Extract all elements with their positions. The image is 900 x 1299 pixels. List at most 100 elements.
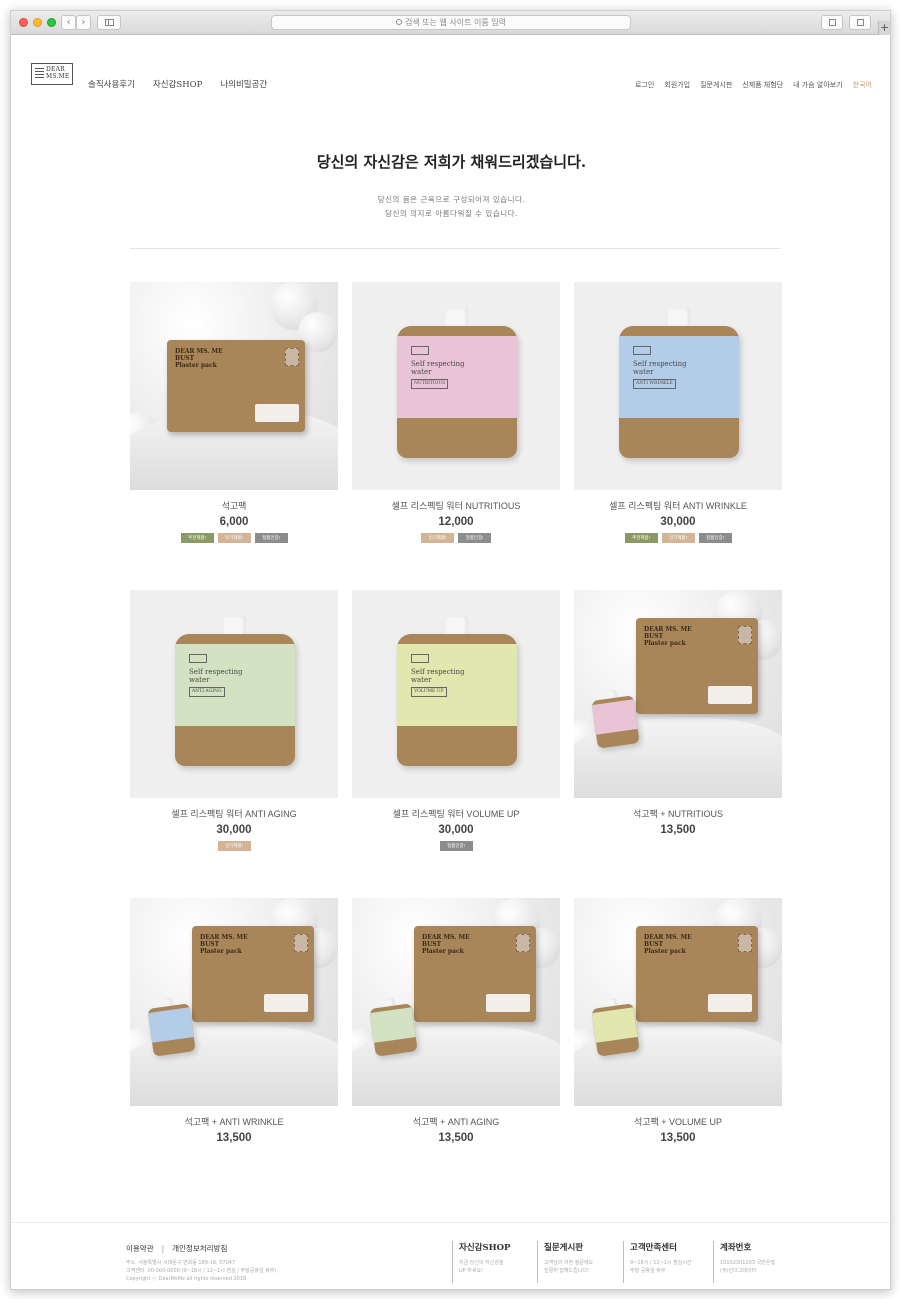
pouch-illustration bbox=[590, 687, 640, 749]
product-badge: 인기제품! bbox=[661, 533, 695, 543]
pack-text: DEAR MS. ME BUST Plaster pack bbox=[644, 626, 692, 647]
new-product-trial-link[interactable]: 신제품 체험단 bbox=[742, 80, 783, 90]
sidebar-toggle-button[interactable] bbox=[97, 15, 121, 30]
product-name[interactable]: 석고팩 + ANTI AGING bbox=[352, 1115, 560, 1128]
footer-col-text: 10102301203 국민은행 (주)인더그레이터 bbox=[720, 1260, 775, 1274]
product-name[interactable]: 셀프 리스펙팅 워터 NUTRITIOUS bbox=[352, 499, 560, 512]
footer-col-qna[interactable]: 질문게시판 고객님의 어떤 질문에도 친절히 답해드립니다! bbox=[537, 1241, 593, 1283]
pouch-illustration: Self respecting water ANTI AGING bbox=[175, 616, 295, 766]
back-button[interactable]: ‹ bbox=[61, 15, 76, 30]
logo-mark-icon bbox=[35, 68, 44, 80]
pouch-illustration bbox=[368, 995, 418, 1057]
product-card[interactable]: DEAR MS. ME BUST Plaster pack 석고팩 6,000 추천… bbox=[130, 282, 338, 543]
privacy-policy-link[interactable]: 개인정보처리방침 bbox=[172, 1244, 227, 1253]
plaster-pack-illustration: DEAR MS. ME BUST Plaster pack bbox=[192, 926, 314, 1022]
product-image[interactable]: Self respecting water VOLUME UP bbox=[352, 590, 560, 798]
nav-item-shop[interactable]: 자신감SHOP bbox=[153, 78, 202, 90]
product-card[interactable]: DEAR MS. ME BUST Plaster pack 석고팩 + VOLUME… bbox=[574, 898, 782, 1144]
product-image[interactable]: Self respecting water ANTI WRINKLE bbox=[574, 282, 782, 490]
product-badge: 추천제품! bbox=[624, 533, 658, 543]
browser-window: ‹ › 검색 또는 웹 사이트 이름 입력 + DEAR MS.ME 솔직사용후… bbox=[10, 10, 891, 1290]
signup-link[interactable]: 회원가입 bbox=[664, 80, 690, 90]
footer-links: 이용약관 | 개인정보처리방침 bbox=[126, 1243, 227, 1254]
product-name[interactable]: 셀프 리스펙팅 워터 ANTI WRINKLE bbox=[574, 499, 782, 512]
terms-link[interactable]: 이용약관 bbox=[126, 1244, 154, 1253]
product-image[interactable]: DEAR MS. ME BUST Plaster pack bbox=[574, 590, 782, 798]
product-badge: 정품인증! bbox=[254, 533, 288, 543]
pouch-text: Self respecting water ANTI AGING bbox=[189, 668, 243, 697]
footer-col-bank-account: 계좌번호 10102301203 국민은행 (주)인더그레이터 bbox=[713, 1241, 775, 1283]
product-card[interactable]: DEAR MS. ME BUST Plaster pack 석고팩 + NUTRIT… bbox=[574, 590, 782, 836]
product-price: 13,500 bbox=[438, 1132, 474, 1144]
product-price: 30,000 bbox=[216, 824, 252, 836]
address-bar[interactable]: 검색 또는 웹 사이트 이름 입력 bbox=[271, 15, 631, 30]
new-tab-button[interactable]: + bbox=[878, 21, 890, 35]
language-selector[interactable]: 한국어 bbox=[853, 80, 872, 90]
product-badge: 추천제품! bbox=[180, 533, 214, 543]
product-badges: 추천제품! 인기제품! 정품인증! bbox=[130, 533, 338, 543]
product-card[interactable]: Self respecting water ANTI WRINKLE 셀프 리스펙… bbox=[574, 282, 782, 543]
pouch-illustration: Self respecting water ANTI WRINKLE bbox=[619, 308, 739, 458]
tabs-icon bbox=[857, 19, 864, 26]
maximize-window-icon[interactable] bbox=[47, 18, 56, 27]
product-image[interactable]: Self respecting water ANTI AGING bbox=[130, 590, 338, 798]
product-badge: 정품인증! bbox=[698, 533, 732, 543]
pouch-illustration: Self respecting water VOLUME UP bbox=[397, 616, 517, 766]
main-nav: 솔직사용후기 자신감SHOP 나의비밀공간 bbox=[88, 78, 267, 90]
utility-nav: 로그인 회원가입 질문게시판 신제품 체험단 내 가슴 알아보기 한국어 bbox=[635, 80, 872, 90]
footer-col-customer-center: 고객만족센터 9~18시 / 12~1시 점심시간 주말 공휴일 휴무 bbox=[623, 1241, 692, 1283]
minimize-window-icon[interactable] bbox=[33, 18, 42, 27]
pack-text: DEAR MS. ME BUST Plaster pack bbox=[200, 934, 248, 955]
browser-toolbar: ‹ › 검색 또는 웹 사이트 이름 입력 + bbox=[11, 11, 890, 35]
product-badges: 인기제품! 정품인증! bbox=[352, 533, 560, 543]
search-icon bbox=[395, 19, 402, 25]
page-title: 당신의 자신감은 저희가 채워드리겠습니다. bbox=[316, 153, 587, 171]
product-price: 6,000 bbox=[219, 516, 249, 528]
hero-subtitle-line2: 당신의 의지로 아름다워질 수 있습니다. bbox=[385, 209, 518, 218]
footer-col-heading: 자신감SHOP bbox=[459, 1243, 511, 1253]
close-window-icon[interactable] bbox=[19, 18, 28, 27]
product-badge: 정품인증! bbox=[439, 841, 473, 851]
site-logo[interactable]: DEAR MS.ME bbox=[31, 63, 73, 85]
product-card[interactable]: Self respecting water VOLUME UP 셀프 리스펙팅 워… bbox=[352, 590, 560, 851]
footer-col-text: 지금 당신의 자신감을 UP 하세요! bbox=[459, 1260, 504, 1274]
product-name[interactable]: 석고팩 + ANTI WRINKLE bbox=[130, 1115, 338, 1128]
product-card[interactable]: DEAR MS. ME BUST Plaster pack 석고팩 + ANTI W… bbox=[130, 898, 338, 1144]
product-name[interactable]: 셀프 리스펙팅 워터 ANTI AGING bbox=[130, 807, 338, 820]
pouch-illustration bbox=[146, 995, 196, 1057]
site-header: DEAR MS.ME 솔직사용후기 자신감SHOP 나의비밀공간 로그인 회원가… bbox=[11, 36, 890, 116]
product-image[interactable]: DEAR MS. ME BUST Plaster pack bbox=[130, 898, 338, 1106]
plaster-pack-illustration: DEAR MS. ME BUST Plaster pack bbox=[414, 926, 536, 1022]
login-link[interactable]: 로그인 bbox=[635, 80, 654, 90]
product-name[interactable]: 석고팩 + VOLUME UP bbox=[574, 1115, 782, 1128]
share-button[interactable] bbox=[821, 15, 843, 30]
nav-item-reviews[interactable]: 솔직사용후기 bbox=[88, 78, 135, 90]
plaster-pack-illustration: DEAR MS. ME BUST Plaster pack bbox=[636, 926, 758, 1022]
product-image[interactable]: DEAR MS. ME BUST Plaster pack bbox=[130, 282, 338, 490]
tab-overview-button[interactable] bbox=[849, 15, 871, 30]
pouch-text: Self respecting water ANTI WRINKLE bbox=[633, 360, 687, 389]
footer-col-shop[interactable]: 자신감SHOP 지금 당신의 자신감을 UP 하세요! bbox=[452, 1241, 510, 1283]
product-image[interactable]: DEAR MS. ME BUST Plaster pack bbox=[352, 898, 560, 1106]
forward-button[interactable]: › bbox=[76, 15, 91, 30]
product-card[interactable]: Self respecting water ANTI AGING 셀프 리스펙팅 … bbox=[130, 590, 338, 851]
product-image[interactable]: Self respecting water NUTRITIOUS bbox=[352, 282, 560, 490]
logo-text: DEAR MS.ME bbox=[46, 66, 70, 80]
product-badge: 인기제품! bbox=[217, 841, 251, 851]
product-name[interactable]: 셀프 리스펙팅 워터 VOLUME UP bbox=[352, 807, 560, 820]
product-price: 30,000 bbox=[438, 824, 474, 836]
nav-item-secret-space[interactable]: 나의비밀공간 bbox=[220, 78, 267, 90]
product-card[interactable]: DEAR MS. ME BUST Plaster pack 석고팩 + ANTI A… bbox=[352, 898, 560, 1144]
footer-col-heading: 고객만족센터 bbox=[630, 1243, 677, 1253]
product-name[interactable]: 석고팩 + NUTRITIOUS bbox=[574, 807, 782, 820]
bust-guide-link[interactable]: 내 가슴 알아보기 bbox=[793, 80, 843, 90]
pouch-illustration bbox=[590, 995, 640, 1057]
product-image[interactable]: DEAR MS. ME BUST Plaster pack bbox=[574, 898, 782, 1106]
footer-col-text: 9~18시 / 12~1시 점심시간 주말 공휴일 휴무 bbox=[630, 1260, 692, 1274]
qna-board-link[interactable]: 질문게시판 bbox=[700, 80, 732, 90]
product-card[interactable]: Self respecting water NUTRITIOUS 셀프 리스펙팅 … bbox=[352, 282, 560, 543]
product-badge: 정품인증! bbox=[458, 533, 491, 543]
product-name[interactable]: 석고팩 bbox=[130, 499, 338, 512]
copyright: Copyright ⓒ DearMsMe all rights reserved… bbox=[126, 1276, 247, 1282]
product-badges: 인기제품! bbox=[130, 841, 338, 851]
